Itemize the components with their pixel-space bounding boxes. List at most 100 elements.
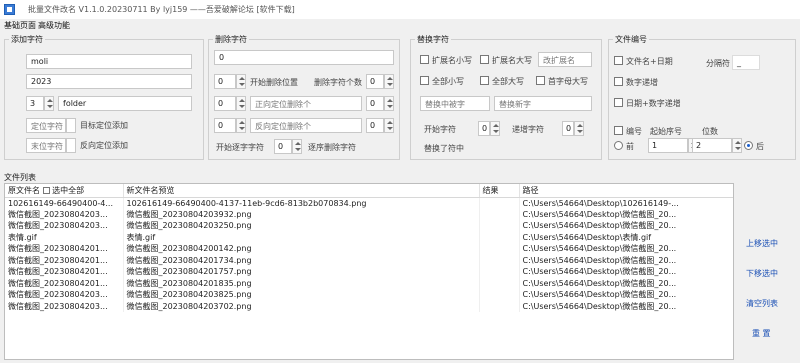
pos-right-label: 目标定位添加 xyxy=(80,121,128,130)
repl-text-label: 替换了符中 xyxy=(424,144,464,153)
del-count-spin[interactable] xyxy=(384,74,394,89)
radio-front-label: 前 xyxy=(626,142,634,151)
del-fwd-spin[interactable] xyxy=(236,96,246,111)
table-row[interactable]: 微信截图_20230804201... 微信截图_20230804200142.p… xyxy=(5,243,733,255)
replace-chars-legend: 替换字符 xyxy=(417,35,449,44)
menu-advanced[interactable]: 高级功能 xyxy=(38,20,70,31)
del-rev-right-num[interactable]: 0 xyxy=(366,118,384,133)
del-rev-spin[interactable] xyxy=(236,118,246,133)
repl-start-spin[interactable] xyxy=(490,121,500,136)
cell-result xyxy=(479,300,520,312)
del-fwd-num[interactable]: 0 xyxy=(214,96,236,111)
sep-input[interactable]: _ xyxy=(732,55,760,70)
chk-all-upper[interactable] xyxy=(480,76,489,85)
table-row[interactable]: 微信截图_20230804201... 微信截图_20230804201757.p… xyxy=(5,266,733,278)
col-path[interactable]: 路径 xyxy=(519,184,733,198)
chk-all-lower[interactable] xyxy=(420,76,429,85)
chk-ext-upper-label: 扩展名大写 xyxy=(492,56,532,65)
col-preview[interactable]: 新文件名预览 xyxy=(123,184,480,198)
cell-result xyxy=(479,266,520,278)
hint-input[interactable]: folder xyxy=(58,96,192,111)
prefix-input[interactable]: moli xyxy=(26,54,192,69)
ext-rename-input[interactable]: 改扩展名 xyxy=(538,52,592,67)
menu-basic[interactable]: 基础页面 xyxy=(4,20,36,31)
pos-char-input[interactable]: 定位字符 xyxy=(26,118,66,133)
del-rev-num[interactable]: 0 xyxy=(214,118,236,133)
clear-list-button[interactable]: 清空列表 xyxy=(746,298,778,309)
del-fwd-input[interactable]: 正向定位删除个 xyxy=(250,96,362,111)
del-step-spin[interactable] xyxy=(292,139,302,154)
table-row[interactable]: 102616149-66490400-4... 102616149-6649040… xyxy=(5,197,733,209)
chk-num-inc[interactable] xyxy=(614,77,623,86)
file-grid[interactable]: 原文件名 选中全部 新文件名预览 结果 路径 102616149-6649040… xyxy=(4,183,734,360)
del-rev-input[interactable]: 反向定位删除个 xyxy=(250,118,362,133)
radio-back[interactable] xyxy=(744,141,753,150)
replace-from-input[interactable]: 替换中被字 xyxy=(420,96,490,111)
pos-num[interactable] xyxy=(66,118,76,133)
start-label: 起始序号 xyxy=(650,127,682,136)
table-row[interactable]: 微信截图_20230804203... 微信截图_20230804203932.p… xyxy=(5,208,733,220)
cell-preview: 微信截图_20230804201734.png xyxy=(123,254,480,266)
cell-original: 微信截图_20230804201... xyxy=(5,243,124,255)
move-up-button[interactable]: 上移选中 xyxy=(746,238,778,249)
cell-original: 微信截图_20230804203... xyxy=(5,220,124,232)
table-row[interactable]: 微信截图_20230804201... 微信截图_20230804201835.p… xyxy=(5,277,733,289)
chk-name-date-label: 文件名+日期 xyxy=(626,57,673,66)
move-down-button[interactable]: 下移选中 xyxy=(746,268,778,279)
del-fwd-right-spin[interactable] xyxy=(384,96,394,111)
cell-original: 微信截图_20230804201... xyxy=(5,277,124,289)
del-start-spin[interactable] xyxy=(236,74,246,89)
digits-input[interactable]: 2 xyxy=(692,138,732,153)
radio-front[interactable] xyxy=(614,141,623,150)
delete-field-1[interactable]: 0 xyxy=(214,50,394,65)
tail-char-input[interactable]: 末位字符 xyxy=(26,138,66,153)
cell-preview: 表情.gif xyxy=(123,231,480,243)
del-step-num[interactable]: 0 xyxy=(274,139,292,154)
del-count-label: 删除字符个数 xyxy=(314,78,362,87)
col-result[interactable]: 结果 xyxy=(479,184,520,198)
table-row[interactable]: 微信截图_20230804203... 微信截图_20230804203702.p… xyxy=(5,300,733,312)
cell-original: 微信截图_20230804203... xyxy=(5,300,124,312)
seq-start-spin[interactable] xyxy=(44,96,54,111)
repl-start-num[interactable]: 0 xyxy=(478,121,490,136)
year-input[interactable]: 2023 xyxy=(26,74,192,89)
del-fwd-right-num[interactable]: 0 xyxy=(366,96,384,111)
chk-name-date[interactable] xyxy=(614,56,623,65)
table-row[interactable]: 微信截图_20230804201... 微信截图_20230804201734.p… xyxy=(5,254,733,266)
chk-date-num[interactable] xyxy=(614,98,623,107)
cell-path: C:\Users\54664\Desktop\微信截图_20... xyxy=(519,208,733,220)
table-row[interactable]: 微信截图_20230804203... 微信截图_20230804203825.p… xyxy=(5,289,733,301)
cell-result xyxy=(479,231,520,243)
table-row[interactable]: 微信截图_20230804203... 微信截图_20230804203250.p… xyxy=(5,220,733,232)
chk-num-inc-label: 数字递增 xyxy=(626,78,658,87)
menu-bar: 基础页面 高级功能 xyxy=(0,19,800,33)
select-all-checkbox[interactable] xyxy=(42,186,50,194)
start-input[interactable]: 1 xyxy=(648,138,688,153)
repl-step-num[interactable]: 0 xyxy=(562,121,574,136)
file-number-legend: 文件编号 xyxy=(615,35,647,44)
chk-ext-lower[interactable] xyxy=(420,55,429,64)
reset-button[interactable]: 重 置 xyxy=(752,328,771,339)
chk-ext-upper[interactable] xyxy=(480,55,489,64)
chk-number[interactable] xyxy=(614,126,623,135)
chk-capitalize[interactable] xyxy=(536,76,545,85)
repl-step-spin[interactable] xyxy=(574,121,584,136)
radio-back-label: 后 xyxy=(756,142,764,151)
del-rev-right-spin[interactable] xyxy=(384,118,394,133)
digits-spin[interactable] xyxy=(732,138,742,153)
del-count-num[interactable]: 0 xyxy=(366,74,384,89)
col-original[interactable]: 原文件名 选中全部 xyxy=(5,184,124,198)
cell-preview: 微信截图_20230804203250.png xyxy=(123,220,480,232)
digits-label: 位数 xyxy=(702,127,718,136)
del-start-num[interactable]: 0 xyxy=(214,74,236,89)
cell-result xyxy=(479,208,520,220)
cell-original: 表情.gif xyxy=(5,231,124,243)
cell-original: 微信截图_20230804203... xyxy=(5,208,124,220)
cell-result xyxy=(479,289,520,301)
seq-start-input[interactable]: 3 xyxy=(26,96,44,111)
cell-original: 微信截图_20230804203... xyxy=(5,289,124,301)
table-row[interactable]: 表情.gif 表情.gif C:\Users\54664\Desktop\表情.gi… xyxy=(5,231,733,243)
tail-num[interactable] xyxy=(66,138,76,153)
replace-to-input[interactable]: 替换新字 xyxy=(494,96,592,111)
app-icon xyxy=(4,4,15,15)
